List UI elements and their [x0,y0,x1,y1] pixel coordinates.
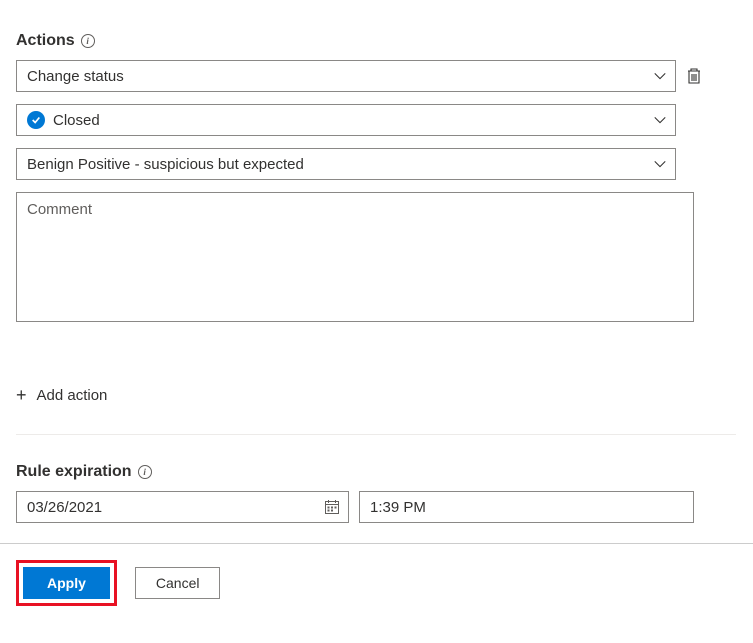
calendar-icon [324,499,340,515]
plus-icon: + [16,385,27,406]
comment-input[interactable] [16,192,694,322]
delete-action-button[interactable] [684,66,704,86]
cancel-button[interactable]: Cancel [135,567,221,599]
chevron-down-icon [653,69,667,83]
classification-value: Benign Positive - suspicious but expecte… [27,156,304,173]
apply-button[interactable]: Apply [23,567,110,599]
action-type-value: Change status [27,68,124,85]
action-type-dropdown[interactable]: Change status [16,60,676,92]
apply-highlight: Apply [16,560,117,606]
info-icon[interactable]: i [81,34,95,48]
status-dropdown[interactable]: Closed [16,104,676,136]
classification-dropdown[interactable]: Benign Positive - suspicious but expecte… [16,148,676,180]
footer-divider [0,543,753,544]
info-icon[interactable]: i [138,465,152,479]
expiration-date-value: 03/26/2021 [27,499,102,516]
divider [16,434,736,435]
checkmark-icon [27,111,45,129]
expiration-time-value: 1:39 PM [370,499,426,516]
chevron-down-icon [653,157,667,171]
expiration-date-input[interactable]: 03/26/2021 [16,491,349,523]
status-value: Closed [53,112,100,129]
chevron-down-icon [653,113,667,127]
actions-label: Actions [16,32,75,50]
add-action-label: Add action [37,387,108,404]
trash-icon [686,67,702,85]
footer-actions: Apply Cancel [16,560,737,606]
rule-expiration-header: Rule expiration i [16,463,721,481]
add-action-button[interactable]: + Add action [16,385,721,406]
expiration-time-input[interactable]: 1:39 PM [359,491,694,523]
rule-expiration-label: Rule expiration [16,463,132,481]
actions-header: Actions i [16,32,721,50]
